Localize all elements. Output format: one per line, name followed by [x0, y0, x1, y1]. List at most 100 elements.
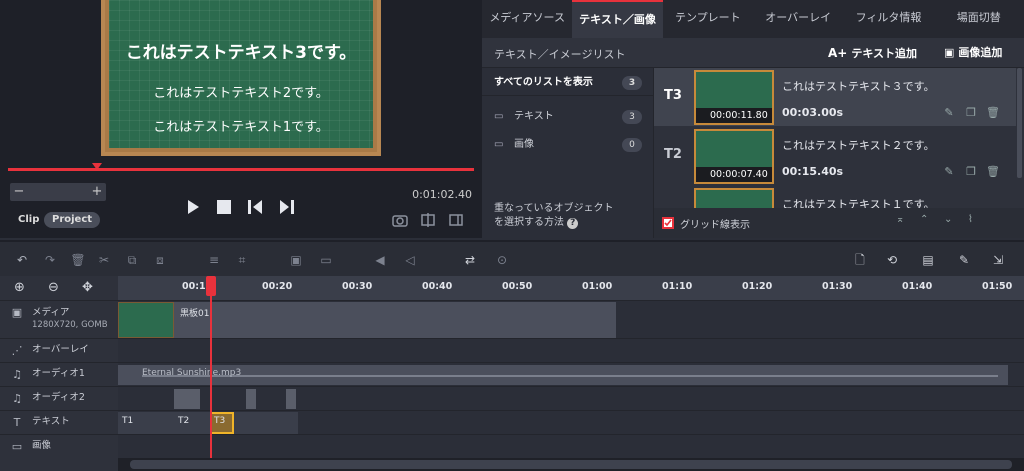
lane-media: 黒板01: [118, 300, 1024, 338]
track-overlay: ⋰ オーバーレイ: [0, 338, 118, 362]
category-text[interactable]: ▭ テキスト 3: [482, 104, 654, 130]
add-text-label: テキスト追加: [851, 47, 918, 60]
fullscreen-icon[interactable]: [448, 213, 464, 227]
timeline-scrollbar[interactable]: [118, 458, 1024, 471]
volume-icon[interactable]: ◀: [372, 252, 388, 268]
scrollbar-thumb[interactable]: [130, 460, 1012, 469]
audio2-clip[interactable]: [246, 389, 256, 409]
export-icon[interactable]: ⇲: [990, 252, 1006, 268]
adjust-icon[interactable]: ≡: [206, 252, 222, 268]
audio2-clip[interactable]: [174, 389, 200, 409]
item-title: これはテストテキスト２です。: [782, 139, 935, 152]
zoom-in-icon[interactable]: ⊕: [14, 280, 25, 295]
track-audio2: ♫ オーディオ2: [0, 386, 118, 410]
track-text-name: テキスト: [32, 416, 70, 427]
category-image[interactable]: ▭ 画像 0: [482, 132, 654, 158]
move-down-icon[interactable]: ⌄: [944, 214, 952, 225]
audio1-clip[interactable]: Eternal Sunshine.mp3: [118, 365, 1008, 385]
audio-waveform: [142, 375, 998, 377]
play-icon[interactable]: [186, 199, 200, 215]
media-clip[interactable]: 黒板01: [174, 302, 616, 338]
playhead[interactable]: [210, 276, 212, 458]
next-frame-icon[interactable]: [278, 199, 296, 215]
add-text-button[interactable]: A+ テキスト追加: [828, 44, 917, 62]
move-up-icon[interactable]: ⌃: [920, 214, 928, 225]
image-clip-icon[interactable]: ▣: [288, 252, 304, 268]
tab-filter-info[interactable]: フィルタ情報: [843, 0, 933, 38]
text-clip-t1[interactable]: T1: [118, 412, 174, 434]
copy-icon[interactable]: ❐: [964, 165, 978, 179]
list-item[interactable]: T3 00:00:11.80 これはテストテキスト３です。 00:03.00s …: [654, 68, 1016, 126]
preview-timecode: 0:01:02.40: [412, 188, 472, 201]
record-icon[interactable]: ⊙: [494, 252, 510, 268]
audio2-clip[interactable]: [286, 389, 296, 409]
seek-bar[interactable]: [8, 168, 474, 171]
edit-icon[interactable]: ✎: [942, 106, 956, 120]
tab-media-source[interactable]: メディアソース: [482, 0, 572, 38]
volume-up-button[interactable]: +: [88, 183, 106, 201]
ruler-tick: 01:40: [902, 281, 933, 292]
snapshot-icon[interactable]: [392, 213, 408, 227]
open-project-icon[interactable]: ⟲: [884, 252, 900, 268]
music-icon: ♫: [12, 368, 22, 381]
seek-handle[interactable]: [92, 163, 102, 170]
media-clip-thumbnail[interactable]: [118, 302, 174, 338]
tab-template[interactable]: テンプレート: [663, 0, 753, 38]
save-icon[interactable]: ▤: [920, 252, 936, 268]
category-all[interactable]: すべてのリストを表示 3: [482, 70, 654, 96]
project-mode-button[interactable]: Project: [44, 212, 101, 228]
text-clip-t2[interactable]: T2: [174, 412, 210, 434]
board-text-1: これはテストテキスト1です。: [153, 120, 329, 135]
list-toolbar: テキスト／イメージリスト A+ テキスト追加 ▣ 画像追加: [482, 38, 1024, 68]
category-all-label: すべてのリストを表示: [494, 77, 593, 88]
zoom-out-icon[interactable]: ⊖: [48, 280, 59, 295]
grid-checkbox[interactable]: [662, 217, 674, 229]
tab-text-image[interactable]: テキスト／画像: [572, 0, 663, 38]
film-icon: ▣: [11, 306, 23, 319]
fit-timeline-icon[interactable]: ✥: [82, 280, 93, 295]
new-project-icon[interactable]: 🗋: [852, 252, 868, 268]
timeline-toolbar: ↶ ↷ 🗑 ✂ ⧉ ⧈ ≡ ⌗ ▣ ▭ ◀ ◁ ⇄ ⊙ 🗋 ⟲ ▤ ✎ ⇲: [0, 240, 1024, 276]
transition-icon[interactable]: ⇄: [462, 252, 478, 268]
ruler-tick: 00:30: [342, 281, 373, 292]
split-icon[interactable]: ⧉: [124, 252, 140, 268]
track-image-name: 画像: [32, 440, 52, 451]
ruler-tick: 00:20: [262, 281, 293, 292]
redo-icon[interactable]: ↷: [42, 252, 58, 268]
trash-icon[interactable]: 🗑: [986, 165, 1000, 179]
edit-icon[interactable]: ✎: [942, 165, 956, 179]
time-ruler[interactable]: 00:10 00:20 00:30 00:40 00:50 01:00 01:1…: [118, 276, 1024, 300]
volume-down-button[interactable]: −: [10, 183, 28, 201]
list-scrollbar[interactable]: [1017, 68, 1022, 178]
previous-frame-icon[interactable]: [246, 199, 264, 215]
crop-icon[interactable]: ⌗: [234, 252, 250, 268]
save-as-icon[interactable]: ✎: [956, 252, 972, 268]
add-image-button[interactable]: ▣ 画像追加: [944, 44, 1002, 62]
volume-control[interactable]: − +: [10, 183, 106, 201]
copy-icon[interactable]: ❐: [964, 106, 978, 120]
text-clip-t3[interactable]: T3: [210, 412, 234, 434]
chalkboard-frame: これはテストテキスト3です。 これはテストテキスト2です。 これはテストテキスト…: [101, 0, 381, 156]
mute-icon[interactable]: ◁: [402, 252, 418, 268]
track-text: T テキスト: [0, 410, 118, 434]
list-item[interactable]: T2 00:00:07.40 これはテストテキスト２です。 00:15.40s …: [654, 127, 1016, 185]
item-thumbnail: [694, 188, 774, 208]
delete-icon[interactable]: 🗑: [70, 252, 86, 268]
clip-mode-button[interactable]: Clip: [10, 212, 47, 228]
tab-transition[interactable]: 場面切替: [934, 0, 1024, 38]
move-bottom-icon[interactable]: ⌇: [968, 214, 973, 225]
tab-overlay[interactable]: オーバーレイ: [753, 0, 843, 38]
list-item[interactable]: これはテストテキスト１です。: [654, 186, 1016, 208]
undo-icon[interactable]: ↶: [14, 252, 30, 268]
overlap-help-link[interactable]: 重なっているオブジェクト を選択する方法 ?: [494, 202, 614, 230]
item-title: これはテストテキスト３です。: [782, 80, 935, 93]
split-preview-icon[interactable]: [420, 213, 436, 227]
stop-icon[interactable]: [216, 199, 232, 215]
add-text-icon: A+: [828, 46, 848, 60]
cut-icon[interactable]: ✂: [96, 252, 112, 268]
trash-icon[interactable]: 🗑: [986, 106, 1000, 120]
screen-icon[interactable]: ▭: [318, 252, 334, 268]
track-audio1: ♫ オーディオ1: [0, 362, 118, 386]
move-top-icon[interactable]: ⌅: [896, 214, 904, 225]
unlink-icon[interactable]: ⧈: [152, 252, 168, 268]
